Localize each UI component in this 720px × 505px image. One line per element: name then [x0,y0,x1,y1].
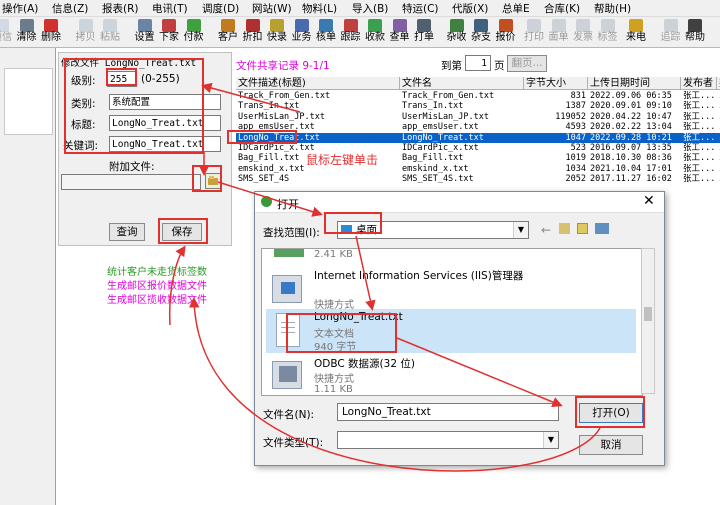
annotation-arrows [168,82,601,472]
